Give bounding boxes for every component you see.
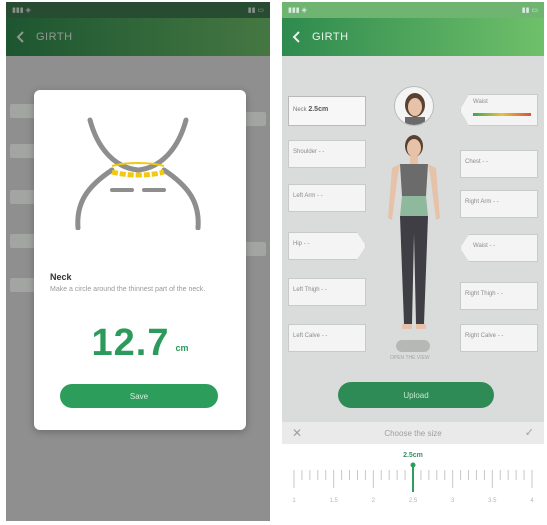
- ruler-label: 2.5: [409, 498, 418, 504]
- app-bar: GIRTH: [6, 18, 270, 56]
- ruler-label: 1.5: [329, 498, 338, 504]
- view-toggle[interactable]: [396, 340, 430, 352]
- right-arm-measure-box[interactable]: Right Arm - -: [460, 190, 538, 218]
- hip-measure-box[interactable]: Hip - -: [288, 232, 366, 260]
- neck-measure-box[interactable]: Neck 2.5cm: [288, 96, 366, 126]
- neck-value: 2.5cm: [308, 106, 329, 113]
- status-bar: ▮▮▮ ◈ ▮▮ ▭: [6, 2, 270, 18]
- right-calve-measure-box[interactable]: Right Calve - -: [460, 324, 538, 352]
- back-icon[interactable]: [14, 30, 28, 44]
- measure-value: 12.7: [91, 322, 170, 364]
- back-icon[interactable]: [290, 30, 304, 44]
- right-screen: ▮▮▮ ◈ ▮▮ ▭ GIRTH Neck 2.5cm Waist Shoulde…: [282, 2, 544, 521]
- status-bar: ▮▮▮ ◈ ▮▮ ▭: [282, 2, 544, 18]
- neck-label: Neck: [293, 107, 307, 113]
- left-arm-measure-box[interactable]: Left Arm - -: [288, 184, 366, 212]
- measure-description: Make a circle around the thinnest part o…: [50, 286, 206, 293]
- shoulder-measure-box[interactable]: Shoulder - -: [288, 140, 366, 168]
- body-measure-area: Neck 2.5cm Waist Shoulder - - Chest - - …: [282, 56, 544, 422]
- close-icon[interactable]: ✕: [292, 426, 302, 440]
- waist-scale-bar: [473, 113, 531, 116]
- size-ruler[interactable]: 1 1.5 2 2.5 3 3.5 4: [282, 462, 544, 512]
- measure-unit: cm: [175, 343, 189, 353]
- avatar: [394, 86, 434, 126]
- right-thigh-measure-box[interactable]: Right Thigh - -: [460, 282, 538, 310]
- app-title: GIRTH: [36, 31, 73, 43]
- ruler-label: 4: [530, 498, 534, 504]
- sheet-title: Choose the size: [384, 428, 442, 438]
- waist-indicator-box[interactable]: Waist: [460, 94, 538, 126]
- chest-measure-box[interactable]: Chest - -: [460, 150, 538, 178]
- sheet-header: ✕ Choose the size ✓: [282, 422, 544, 444]
- current-size-value: 2.5cm: [403, 452, 423, 459]
- upload-button[interactable]: Upload: [338, 382, 494, 408]
- ruler-label: 3: [451, 498, 455, 504]
- save-button[interactable]: Save: [60, 384, 218, 408]
- measure-readout: 12.7 cm: [34, 322, 246, 365]
- ruler-label: 3.5: [488, 498, 497, 504]
- left-calve-measure-box[interactable]: Left Calve - -: [288, 324, 366, 352]
- left-thigh-measure-box[interactable]: Left Thigh - -: [288, 278, 366, 306]
- ruler-label: 2: [372, 498, 376, 504]
- waist-label: Waist: [473, 99, 488, 105]
- check-icon[interactable]: ✓: [525, 426, 534, 439]
- measure-title: Neck: [50, 272, 72, 282]
- app-bar: GIRTH: [282, 18, 544, 56]
- app-title: GIRTH: [312, 31, 349, 43]
- waist-measure-box[interactable]: Waist - -: [460, 234, 538, 262]
- toggle-label: OPEN THE VIEW: [390, 355, 430, 361]
- left-screen: ▮▮▮ ◈ ▮▮ ▭ GIRTH Neck Make a circle aroun…: [6, 2, 270, 521]
- ruler-indicator-dot: [410, 462, 416, 468]
- measure-dialog: Neck Make a circle around the thinnest p…: [34, 90, 246, 430]
- neck-illustration: [75, 117, 201, 230]
- ruler-label: 1: [292, 498, 296, 504]
- size-picker-sheet: ✕ Choose the size ✓ 2.5cm 1 1.5 2 2.5 3 3.5 4: [282, 422, 544, 521]
- body-figure: [388, 135, 440, 329]
